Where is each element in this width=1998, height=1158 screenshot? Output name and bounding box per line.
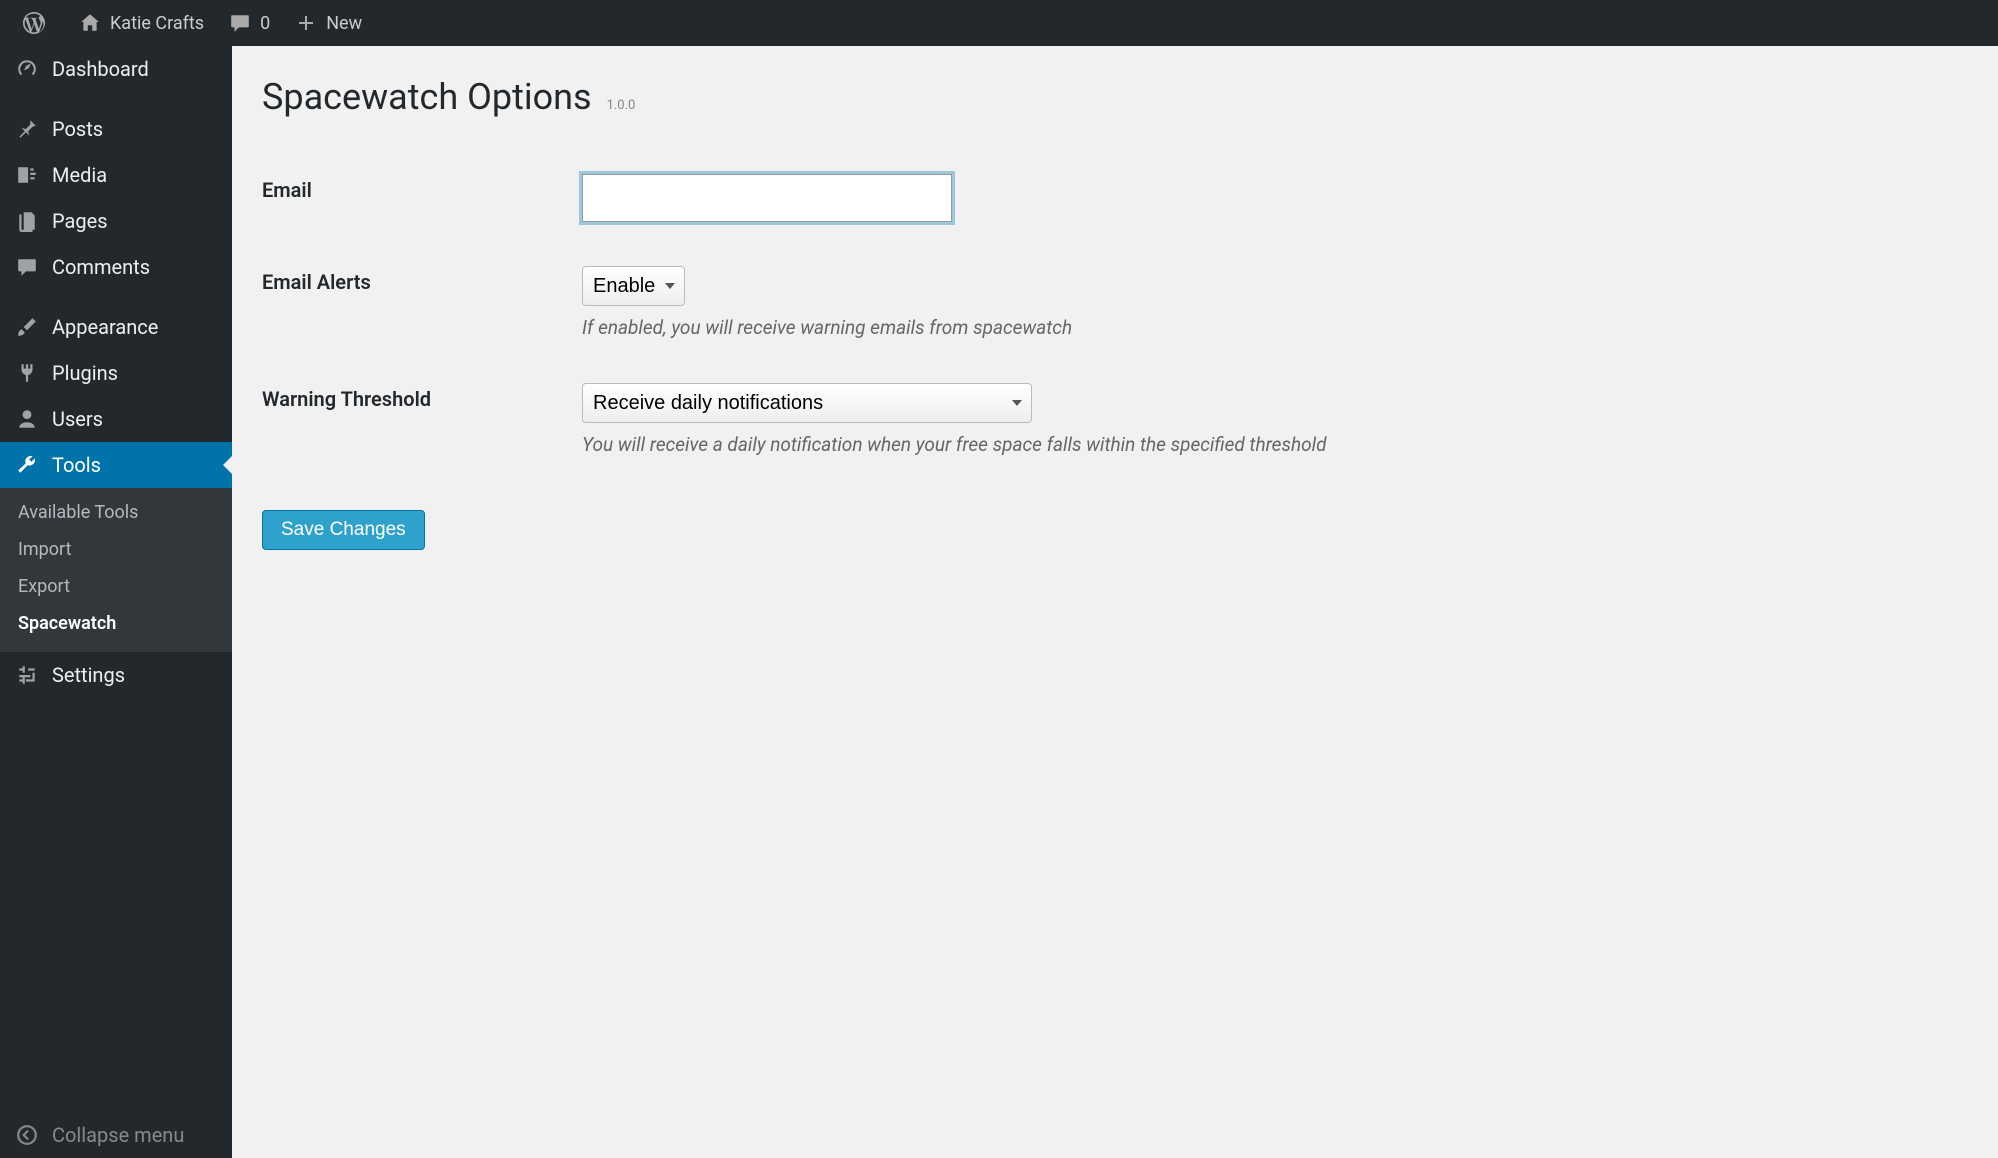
- email-alerts-label: Email Alerts: [262, 246, 582, 363]
- sidebar-item-label: Media: [52, 163, 107, 187]
- tools-submenu: Available Tools Import Export Spacewatch: [0, 488, 232, 652]
- email-alerts-description: If enabled, you will receive warning ema…: [582, 316, 1958, 339]
- plus-icon: [294, 11, 318, 35]
- comments-count: 0: [260, 13, 270, 34]
- sidebar-item-label: Tools: [52, 453, 101, 477]
- comments-icon: [14, 254, 40, 280]
- plug-icon: [14, 360, 40, 386]
- sidebar-item-dashboard[interactable]: Dashboard: [0, 46, 232, 92]
- email-input[interactable]: [582, 174, 952, 222]
- new-content-menu[interactable]: New: [282, 0, 374, 46]
- home-icon: [78, 11, 102, 35]
- wrench-icon: [14, 452, 40, 478]
- sidebar-item-tools[interactable]: Tools: [0, 442, 232, 488]
- settings-form-table: Email Email Alerts Enable If enabled, yo…: [262, 154, 1968, 480]
- site-name-label: Katie Crafts: [110, 13, 204, 34]
- wp-logo-menu[interactable]: [10, 0, 66, 46]
- sidebar-item-label: Plugins: [52, 361, 118, 385]
- sidebar-item-label: Posts: [52, 117, 103, 141]
- email-alerts-select[interactable]: Enable: [582, 266, 685, 306]
- sidebar-item-plugins[interactable]: Plugins: [0, 350, 232, 396]
- sidebar-item-media[interactable]: Media: [0, 152, 232, 198]
- admin-bar: Katie Crafts 0 New: [0, 0, 1998, 46]
- menu-separator: [0, 290, 232, 304]
- menu-separator: [0, 92, 232, 106]
- warning-threshold-select[interactable]: Receive daily notifications: [582, 383, 1032, 423]
- sidebar-item-label: Dashboard: [52, 57, 149, 81]
- sidebar-item-comments[interactable]: Comments: [0, 244, 232, 290]
- sidebar-item-label: Appearance: [52, 315, 158, 339]
- media-icon: [14, 162, 40, 188]
- submenu-item-export[interactable]: Export: [0, 568, 232, 605]
- sidebar-item-label: Settings: [52, 663, 125, 687]
- admin-sidebar: Dashboard Posts Media Pages Comments App…: [0, 46, 232, 1158]
- sidebar-item-label: Comments: [52, 255, 150, 279]
- user-icon: [14, 406, 40, 432]
- sidebar-item-appearance[interactable]: Appearance: [0, 304, 232, 350]
- pin-icon: [14, 116, 40, 142]
- sidebar-item-label: Pages: [52, 209, 108, 233]
- sliders-icon: [14, 662, 40, 688]
- wordpress-icon: [22, 11, 46, 35]
- warning-threshold-description: You will receive a daily notification wh…: [582, 433, 1958, 456]
- submenu-item-available-tools[interactable]: Available Tools: [0, 494, 232, 531]
- site-name-menu[interactable]: Katie Crafts: [66, 0, 216, 46]
- sidebar-item-pages[interactable]: Pages: [0, 198, 232, 244]
- dashboard-icon: [14, 56, 40, 82]
- version-label: 1.0.0: [607, 98, 636, 113]
- pages-icon: [14, 208, 40, 234]
- collapse-menu-button[interactable]: Collapse menu: [0, 1112, 232, 1158]
- sidebar-item-settings[interactable]: Settings: [0, 652, 232, 698]
- comments-menu[interactable]: 0: [216, 0, 282, 46]
- submenu-item-import[interactable]: Import: [0, 531, 232, 568]
- sidebar-item-users[interactable]: Users: [0, 396, 232, 442]
- sidebar-item-label: Users: [52, 407, 103, 431]
- content-area: Spacewatch Options 1.0.0 Email Email Ale…: [232, 46, 1998, 1158]
- email-label: Email: [262, 154, 582, 246]
- collapse-menu-label: Collapse menu: [52, 1123, 184, 1147]
- save-changes-button[interactable]: Save Changes: [262, 510, 425, 550]
- collapse-icon: [14, 1122, 40, 1148]
- sidebar-item-posts[interactable]: Posts: [0, 106, 232, 152]
- warning-threshold-label: Warning Threshold: [262, 363, 582, 480]
- page-title-text: Spacewatch Options: [262, 76, 592, 118]
- page-title: Spacewatch Options 1.0.0: [262, 76, 1968, 118]
- submenu-item-spacewatch[interactable]: Spacewatch: [0, 605, 232, 642]
- brush-icon: [14, 314, 40, 340]
- comment-bubble-icon: [228, 11, 252, 35]
- new-label: New: [326, 13, 362, 34]
